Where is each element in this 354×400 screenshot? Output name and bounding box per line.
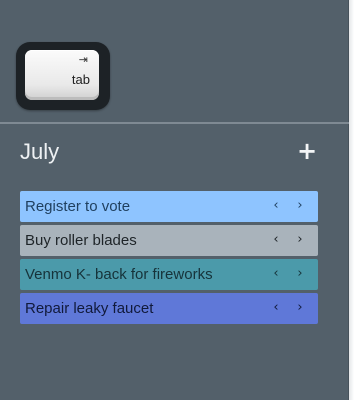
prev-button[interactable]: ‹ bbox=[269, 265, 283, 283]
next-button[interactable]: › bbox=[293, 197, 307, 215]
task-label: Register to vote bbox=[25, 198, 131, 215]
month-title: July bbox=[20, 139, 60, 164]
tab-key-label: tab bbox=[71, 72, 90, 87]
prev-button[interactable]: ‹ bbox=[269, 231, 283, 249]
prev-button[interactable]: ‹ bbox=[269, 197, 283, 215]
next-button[interactable]: › bbox=[293, 299, 307, 317]
next-button[interactable]: › bbox=[293, 265, 307, 283]
divider bbox=[0, 122, 349, 124]
task-list: Register to vote ‹ › Buy roller blades ‹… bbox=[20, 191, 318, 327]
task-label: Buy roller blades bbox=[25, 232, 137, 249]
task-item[interactable]: Repair leaky faucet ‹ › bbox=[20, 293, 318, 324]
task-item[interactable]: Register to vote ‹ › bbox=[20, 191, 318, 222]
task-nav: ‹ › bbox=[269, 299, 307, 317]
sidebar-panel: ⇥ tab July + Register to vote ‹ › Buy ro… bbox=[0, 0, 349, 400]
task-item[interactable]: Buy roller blades ‹ › bbox=[20, 225, 318, 256]
task-nav: ‹ › bbox=[269, 197, 307, 215]
task-label: Repair leaky faucet bbox=[25, 300, 154, 317]
tab-key-icon: ⇥ tab bbox=[16, 42, 110, 110]
task-nav: ‹ › bbox=[269, 265, 307, 283]
task-label: Venmo K- back for fireworks bbox=[25, 266, 213, 283]
panel-edge bbox=[349, 0, 354, 400]
add-task-button[interactable]: + bbox=[296, 139, 318, 163]
next-button[interactable]: › bbox=[293, 231, 307, 249]
task-item[interactable]: Venmo K- back for fireworks ‹ › bbox=[20, 259, 318, 290]
prev-button[interactable]: ‹ bbox=[269, 299, 283, 317]
task-nav: ‹ › bbox=[269, 231, 307, 249]
tab-key-cap: ⇥ tab bbox=[25, 50, 99, 100]
tab-arrow-icon: ⇥ bbox=[78, 53, 88, 66]
